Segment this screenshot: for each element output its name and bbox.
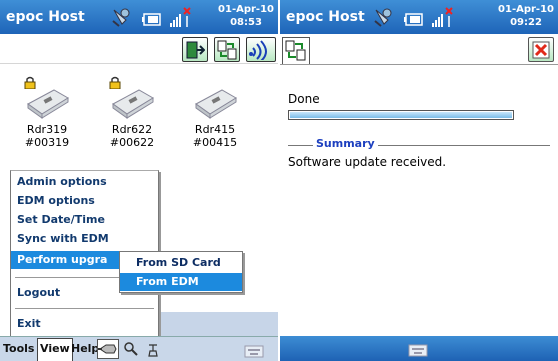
menu-item-admin-options[interactable]: Admin options <box>11 173 158 191</box>
upgrade-submenu: From SD Card From EDM <box>119 251 243 293</box>
reader-id: #00622 <box>109 136 155 149</box>
clock[interactable]: 01-Apr-10 09:22 <box>498 3 554 29</box>
menu-item-set-date-time[interactable]: Set Date/Time <box>11 211 158 229</box>
close-button[interactable] <box>528 37 554 62</box>
menu-item-edm-options[interactable]: EDM options <box>11 192 158 210</box>
menu-help[interactable]: Help <box>71 342 99 355</box>
reader-name: Rdr415 <box>194 123 236 136</box>
menu-separator <box>15 308 154 309</box>
plug-icon <box>98 344 117 354</box>
menu-item-sync-with-edm[interactable]: Sync with EDM <box>11 230 158 248</box>
sync-tab[interactable] <box>282 37 310 64</box>
sync-devices-icon <box>285 40 306 61</box>
submenu-item-from-edm[interactable]: From EDM <box>120 273 242 291</box>
menu-item-exit[interactable]: Exit <box>11 315 158 333</box>
barcode-icon[interactable] <box>147 342 159 361</box>
keyboard-icon[interactable] <box>408 342 428 361</box>
progress-fill <box>290 112 512 118</box>
reader-name: Rdr319 <box>26 123 68 136</box>
door-exit-icon <box>186 41 205 59</box>
summary-title: Summary <box>313 137 378 150</box>
lock-icon <box>24 76 36 92</box>
zoom-icon[interactable] <box>123 341 139 361</box>
clock-time: 09:22 <box>510 17 542 28</box>
wireless-button[interactable] <box>246 37 276 62</box>
menu-view[interactable]: View <box>37 338 73 361</box>
menu-bar: Tools View Help <box>0 336 278 361</box>
summary-text: Software update received. <box>288 155 447 169</box>
reader-name: Rdr622 <box>111 123 153 136</box>
battery-icon[interactable] <box>404 11 424 30</box>
title-bar: epoc Host 01-Apr-10 09:22 <box>280 0 558 34</box>
reader-item[interactable]: Rdr415 #00415 <box>180 76 250 149</box>
right-screen: epoc Host 01-Apr-10 09:22 Done Summary S… <box>280 0 558 361</box>
submenu-item-from-sd-card[interactable]: From SD Card <box>120 254 242 272</box>
menu-tools[interactable]: Tools <box>3 342 34 355</box>
bottom-bar <box>280 336 558 361</box>
signal-icon[interactable] <box>168 7 192 33</box>
toolbar <box>0 34 278 64</box>
clock-time: 08:53 <box>230 17 262 28</box>
sync-status-icon[interactable] <box>110 6 132 32</box>
wireless-signal-icon <box>249 40 267 60</box>
sync-button[interactable] <box>214 37 240 62</box>
clock-date: 01-Apr-10 <box>498 4 554 15</box>
clock-date: 01-Apr-10 <box>218 4 274 15</box>
progress-bar <box>288 110 514 120</box>
sync-status-icon[interactable] <box>372 6 394 32</box>
lock-icon <box>109 76 121 92</box>
reader-id: #00415 <box>192 136 238 149</box>
reader-device-icon <box>195 89 237 119</box>
reader-item[interactable]: Rdr319 #00319 <box>12 76 82 149</box>
logout-door-button[interactable] <box>182 37 208 62</box>
signal-icon[interactable] <box>430 7 454 33</box>
connect-button[interactable] <box>97 339 119 359</box>
keyboard-icon[interactable] <box>244 343 264 361</box>
clock[interactable]: 01-Apr-10 08:53 <box>218 3 274 29</box>
battery-icon[interactable] <box>142 11 162 30</box>
status-text: Done <box>288 92 320 106</box>
close-icon <box>532 41 550 59</box>
title-bar: epoc Host 01-Apr-10 08:53 <box>0 0 278 34</box>
menu-background <box>160 312 278 336</box>
header-divider <box>280 64 558 65</box>
reader-id: #00319 <box>24 136 70 149</box>
reader-item[interactable]: Rdr622 #00622 <box>97 76 167 149</box>
app-title: epoc Host <box>286 9 365 25</box>
sync-devices-icon <box>217 40 237 60</box>
left-screen: epoc Host 01-Apr-10 08:53 Rdr319 #00319 … <box>0 0 278 361</box>
app-title: epoc Host <box>6 9 85 25</box>
